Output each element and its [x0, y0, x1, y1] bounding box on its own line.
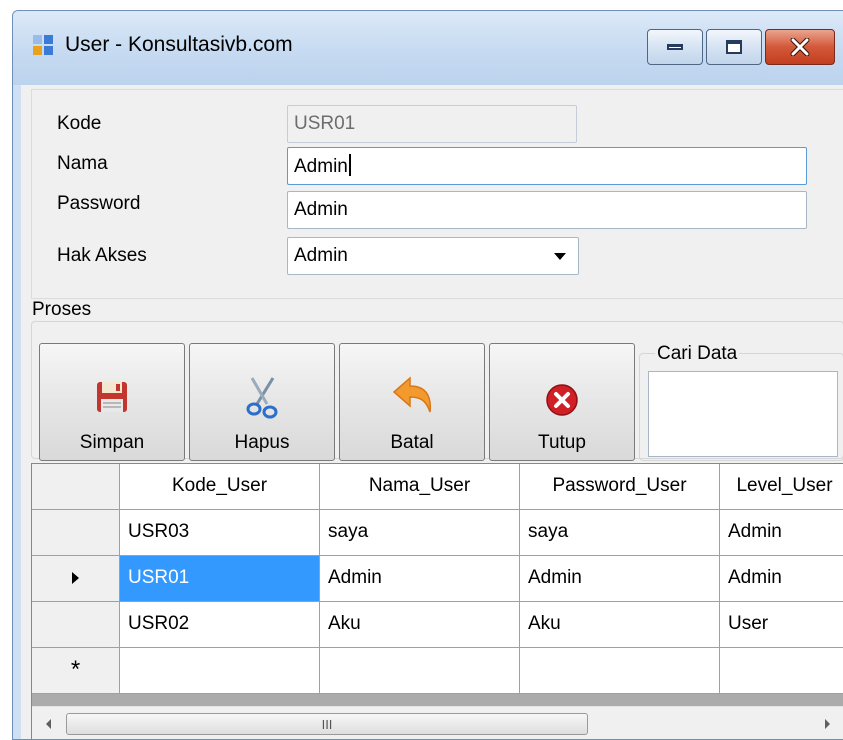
cell-password-user[interactable]: Admin — [520, 556, 720, 602]
chevron-left-icon — [45, 719, 51, 729]
grid-corner-cell[interactable] — [32, 464, 120, 510]
tutup-button[interactable]: Tutup — [489, 343, 635, 461]
minimize-button[interactable] — [647, 29, 703, 65]
hak-akses-label: Hak Akses — [57, 245, 147, 266]
user-data-grid[interactable]: Kode_User Nama_User Password_User Level_… — [31, 463, 843, 739]
hapus-label: Hapus — [234, 432, 290, 453]
cell-nama-user[interactable]: Aku — [320, 602, 520, 648]
title-bar[interactable]: User - Konsultasivb.com — [13, 11, 843, 85]
cell-kode-user[interactable]: USR03 — [120, 510, 320, 556]
row-header[interactable] — [32, 510, 120, 556]
horizontal-scrollbar[interactable]: III — [32, 706, 843, 739]
chevron-down-icon[interactable] — [554, 253, 566, 260]
cell-nama-user[interactable]: saya — [320, 510, 520, 556]
simpan-button[interactable]: Simpan — [39, 343, 185, 461]
text-caret — [348, 154, 351, 176]
kode-field: USR01 — [287, 105, 577, 143]
scroll-left-button[interactable] — [34, 707, 62, 739]
minimize-icon — [667, 44, 683, 50]
tutup-label: Tutup — [538, 432, 586, 453]
proses-group-title: Proses — [29, 299, 95, 321]
cell-nama-user[interactable]: Admin — [320, 556, 520, 602]
column-header-kode-user[interactable]: Kode_User — [120, 464, 320, 510]
hak-akses-combobox[interactable]: Admin — [287, 237, 579, 275]
cell-level-user[interactable]: Admin — [720, 556, 843, 602]
column-header-nama-user[interactable]: Nama_User — [320, 464, 520, 510]
row-header[interactable] — [32, 602, 120, 648]
nama-label: Nama — [57, 153, 108, 174]
cell-password-user[interactable]: saya — [520, 510, 720, 556]
app-icon — [33, 35, 55, 57]
new-cell-nama-user[interactable] — [320, 648, 520, 694]
new-row-marker[interactable]: * — [32, 648, 120, 694]
batal-button[interactable]: Batal — [339, 343, 485, 461]
password-label: Password — [57, 193, 141, 214]
cell-kode-user[interactable]: USR02 — [120, 602, 320, 648]
cell-level-user[interactable]: User — [720, 602, 843, 648]
scrollbar-thumb[interactable]: III — [66, 713, 588, 735]
password-field[interactable]: Admin — [287, 191, 807, 229]
cari-data-title: Cari Data — [655, 343, 740, 365]
nama-field[interactable]: Admin — [287, 147, 807, 185]
password-value: Admin — [294, 199, 348, 220]
new-cell-password-user[interactable] — [520, 648, 720, 694]
row-header[interactable] — [32, 556, 120, 602]
column-header-level-user[interactable]: Level_User — [720, 464, 843, 510]
window-title: User - Konsultasivb.com — [65, 33, 293, 56]
cell-level-user[interactable]: Admin — [720, 510, 843, 556]
new-cell-kode-user[interactable] — [120, 648, 320, 694]
kode-value: USR01 — [294, 113, 356, 134]
undo-arrow-icon — [392, 376, 432, 413]
floppy-disk-icon — [97, 382, 127, 412]
column-header-password-user[interactable]: Password_User — [520, 464, 720, 510]
new-cell-level-user[interactable] — [720, 648, 843, 694]
scissors-icon — [246, 377, 278, 419]
cell-kode-user-selected[interactable]: USR01 — [120, 556, 320, 602]
nama-value: Admin — [294, 156, 348, 177]
application-window: User - Konsultasivb.com Kode USR01 Nama … — [12, 10, 843, 740]
form-client-area: Kode USR01 Nama Admin Password Admin Hak… — [21, 85, 843, 739]
simpan-label: Simpan — [79, 432, 145, 453]
scrollbar-grip: III — [321, 716, 333, 732]
cari-data-input[interactable] — [648, 371, 838, 457]
close-window-button[interactable] — [765, 29, 835, 65]
batal-label: Batal — [390, 432, 434, 453]
scroll-right-button[interactable] — [813, 707, 841, 739]
maximize-icon — [726, 40, 742, 54]
kode-label: Kode — [57, 113, 102, 134]
cell-password-user[interactable]: Aku — [520, 602, 720, 648]
hapus-button[interactable]: Hapus — [189, 343, 335, 461]
close-circle-icon — [546, 384, 578, 416]
chevron-right-icon — [824, 719, 830, 729]
hak-akses-value: Admin — [294, 245, 348, 266]
current-row-arrow-icon — [72, 571, 79, 584]
maximize-button[interactable] — [706, 29, 762, 65]
close-icon — [790, 38, 810, 56]
